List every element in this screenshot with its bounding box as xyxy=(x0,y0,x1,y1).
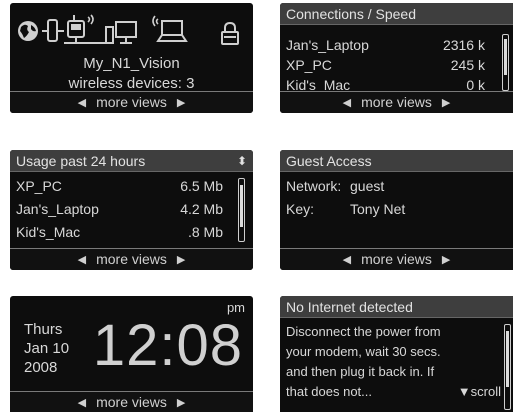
network-map xyxy=(10,13,253,47)
list-item[interactable]: Jan's_Laptop 4.2 Mb xyxy=(16,199,253,219)
right-arrow-icon[interactable]: ▶ xyxy=(177,250,185,270)
wireless-laptop-icon xyxy=(152,15,188,42)
scrollbar-thumb[interactable] xyxy=(506,331,509,387)
left-arrow-icon[interactable]: ◀ xyxy=(78,93,86,113)
home-screen: My_N1_Vision wireless devices: 3 ◀ more v… xyxy=(10,3,253,113)
scrollbar[interactable] xyxy=(238,178,245,242)
device-speed: 245 k xyxy=(450,57,485,73)
more-views-button[interactable]: ◀ more views ▶ xyxy=(10,248,253,270)
more-views-button[interactable]: ◀ more views ▶ xyxy=(10,91,253,113)
key-value: Tony Net xyxy=(350,201,406,217)
scrollbar-thumb[interactable] xyxy=(240,185,243,227)
network-value: guest xyxy=(350,178,385,194)
screen-title: No Internet detected xyxy=(280,296,513,318)
date-block: Thurs Jan 10 2008 xyxy=(24,320,69,377)
screen-title-text: Usage past 24 hours xyxy=(16,153,146,169)
wireless-router-icon xyxy=(64,14,104,44)
left-arrow-icon[interactable]: ◀ xyxy=(343,93,351,113)
more-views-button[interactable]: ◀ more views ▶ xyxy=(280,248,513,270)
list-item[interactable]: Kid's_Mac .8 Mb xyxy=(16,222,253,242)
more-views-button[interactable]: ◀ more views ▶ xyxy=(280,91,513,113)
usage-amount: 6.5 Mb xyxy=(180,178,223,194)
usage-screen: Usage past 24 hours ⬍ XP_PC 6.5 Mb Jan's… xyxy=(10,150,253,270)
device-name: Jan's_Laptop xyxy=(16,201,99,217)
am-pm: pm xyxy=(226,300,245,315)
weekday: Thurs xyxy=(24,321,63,338)
modem-icon xyxy=(42,19,64,42)
device-speed: 2316 k xyxy=(442,37,485,53)
left-arrow-icon[interactable]: ◀ xyxy=(343,250,351,270)
usage-amount: .8 Mb xyxy=(187,224,223,240)
device-name: XP_PC xyxy=(16,178,62,194)
alert-line: Disconnect the power from xyxy=(286,324,441,339)
key-label: Key: xyxy=(286,201,315,217)
left-arrow-icon[interactable]: ◀ xyxy=(78,250,86,270)
scroll-hint[interactable]: ▼scroll xyxy=(458,382,501,402)
right-arrow-icon[interactable]: ▶ xyxy=(442,250,450,270)
router-name: My_N1_Vision xyxy=(83,55,180,72)
device-name: Jan's_Laptop xyxy=(286,37,369,53)
screen-title: Connections / Speed xyxy=(280,3,513,25)
globe-icon xyxy=(18,21,38,41)
year: 2008 xyxy=(24,359,58,376)
clock-time: 12:08 xyxy=(92,313,243,378)
right-arrow-icon[interactable]: ▶ xyxy=(177,93,185,113)
guest-network-row: Network: guest xyxy=(286,176,513,196)
more-views-button[interactable]: ◀ more views ▶ xyxy=(10,391,253,412)
alert-line: your modem, wait 30 secs. xyxy=(286,344,441,359)
scrollbar-thumb[interactable] xyxy=(504,39,507,75)
screen-title: Usage past 24 hours ⬍ xyxy=(10,150,253,172)
more-views-label: more views xyxy=(96,94,167,110)
right-arrow-icon[interactable]: ▶ xyxy=(177,393,185,412)
more-views-label: more views xyxy=(96,394,167,410)
alert-message: Disconnect the power from your modem, wa… xyxy=(286,322,441,402)
more-views-label: more views xyxy=(361,94,432,110)
sort-icon[interactable]: ⬍ xyxy=(237,150,247,172)
alert-line: that does not... xyxy=(286,384,373,399)
device-name: Kid's_Mac xyxy=(16,224,81,240)
lock-icon xyxy=(221,21,239,45)
alert-screen: No Internet detected Disconnect the powe… xyxy=(280,296,513,412)
connections-screen: Connections / Speed Jan's_Laptop 2316 k … xyxy=(280,3,513,113)
alert-line: and then plug it back in. If xyxy=(286,364,435,379)
right-arrow-icon[interactable]: ▶ xyxy=(442,93,450,113)
list-item[interactable]: XP_PC 6.5 Mb xyxy=(16,176,253,196)
more-views-label: more views xyxy=(96,251,167,267)
list-item[interactable]: Jan's_Laptop 2316 k xyxy=(286,35,513,55)
network-label: Network: xyxy=(286,178,342,194)
device-name: XP_PC xyxy=(286,57,332,73)
screen-title: Guest Access xyxy=(280,150,513,172)
usage-amount: 4.2 Mb xyxy=(180,201,223,217)
desktop-computer-icon xyxy=(104,21,137,44)
clock-screen: Thurs Jan 10 2008 12:08 pm ◀ more views ▶ xyxy=(10,296,253,412)
date: Jan 10 xyxy=(24,340,70,357)
guest-access-screen: Guest Access Network: guest Key: Tony Ne… xyxy=(280,150,513,270)
guest-key-row: Key: Tony Net xyxy=(286,199,513,219)
scrollbar[interactable] xyxy=(504,324,511,410)
more-views-label: more views xyxy=(361,251,432,267)
list-item[interactable]: XP_PC 245 k xyxy=(286,55,513,75)
left-arrow-icon[interactable]: ◀ xyxy=(78,393,86,412)
scrollbar[interactable] xyxy=(502,34,509,91)
wireless-device-count: wireless devices: 3 xyxy=(68,75,195,92)
